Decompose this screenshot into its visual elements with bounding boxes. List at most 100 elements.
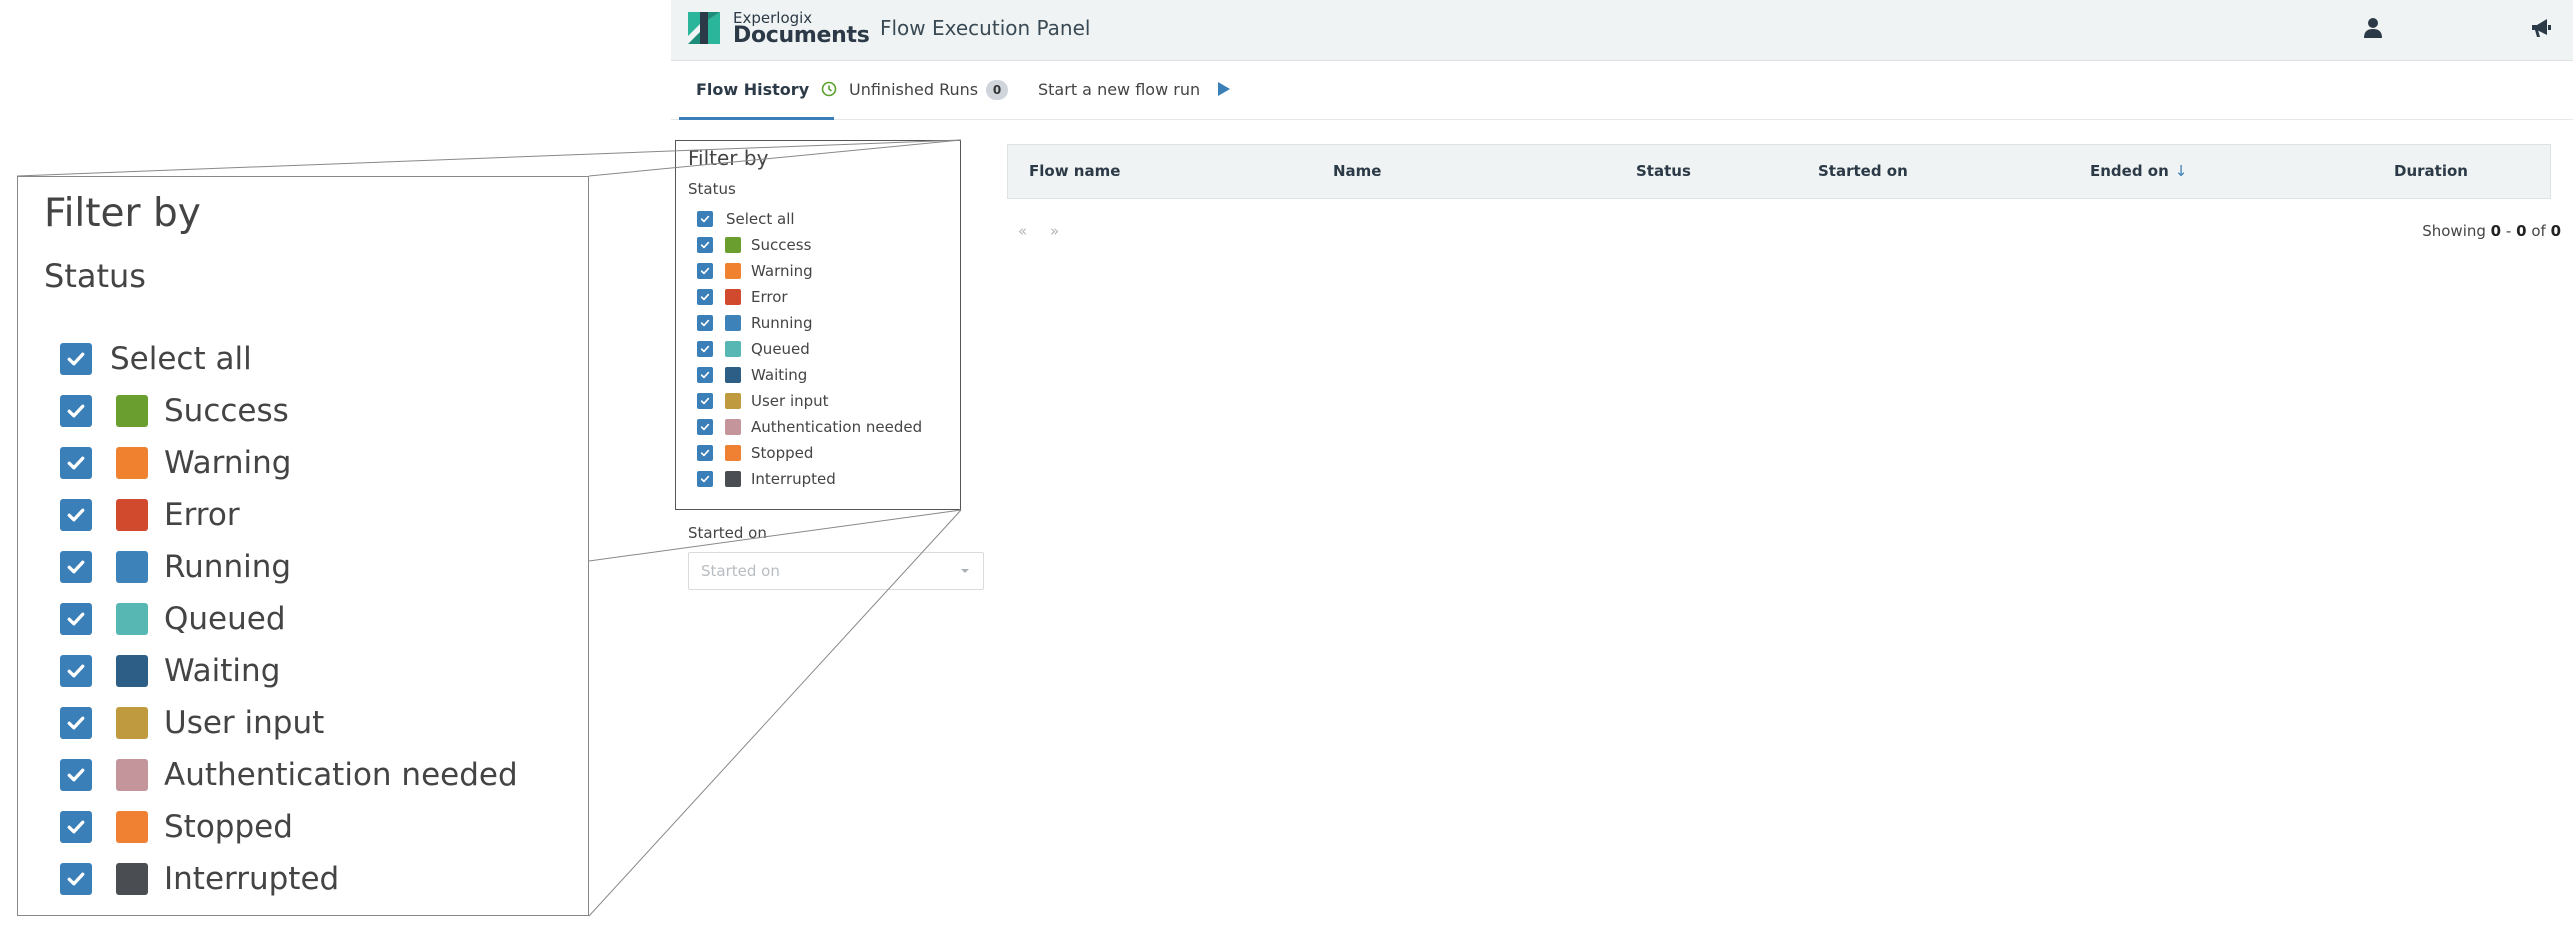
status-color-swatch [116, 499, 148, 531]
checkbox[interactable] [697, 211, 713, 227]
status-color-swatch [725, 289, 741, 305]
pager-next-button[interactable]: » [1050, 222, 1059, 240]
status-filter-stopped[interactable]: Stopped [697, 442, 813, 464]
status-label: Warning [164, 445, 292, 481]
showing-of: of [2531, 222, 2546, 240]
status-label: Waiting [751, 366, 808, 384]
active-tab-indicator [679, 117, 834, 120]
status-label: Stopped [751, 444, 814, 462]
select-all-label: Select all [726, 210, 795, 228]
showing-prefix: Showing [2422, 222, 2486, 240]
status-color-swatch [725, 445, 741, 461]
status-label: Queued [751, 340, 810, 358]
zoom-status-filter-stopped: Stopped [60, 809, 293, 845]
status-filter-running[interactable]: Running [697, 312, 812, 334]
chevron-down-icon [961, 569, 969, 573]
status-label: Success [164, 393, 289, 429]
checkbox[interactable] [697, 445, 713, 461]
zoom-status-filter-queued: Queued [60, 601, 286, 637]
status-filter-queued[interactable]: Queued [697, 338, 810, 360]
checkmark-icon [700, 423, 710, 431]
checkmark-icon [67, 508, 85, 522]
column-started-on[interactable]: Started on [1818, 162, 1908, 180]
status-filter-user-input[interactable]: User input [697, 390, 829, 412]
experlogix-logo-icon [688, 12, 720, 44]
showing-total: 0 [2550, 222, 2561, 240]
checkbox[interactable] [697, 393, 713, 409]
checkbox[interactable] [697, 263, 713, 279]
zoom-filter-title: Filter by [44, 191, 201, 236]
status-color-swatch [725, 315, 741, 331]
showing-to: 0 [2516, 222, 2527, 240]
checkbox [60, 759, 92, 791]
checkbox[interactable] [697, 315, 713, 331]
checkmark-icon [67, 612, 85, 626]
status-label: Error [751, 288, 788, 306]
tab-flow-history[interactable]: Flow History [696, 80, 837, 99]
status-label: User input [164, 705, 325, 741]
status-filter-warning[interactable]: Warning [697, 260, 813, 282]
status-color-swatch [116, 603, 148, 635]
checkbox [60, 603, 92, 635]
checkbox [60, 343, 92, 375]
status-filter-waiting[interactable]: Waiting [697, 364, 807, 386]
column-ended-on[interactable]: Ended on ↓ [2090, 162, 2187, 180]
column-name[interactable]: Name [1333, 162, 1381, 180]
checkmark-icon [700, 345, 710, 353]
checkbox[interactable] [697, 289, 713, 305]
checkmark-icon [67, 820, 85, 834]
checkmark-icon [700, 241, 710, 249]
checkmark-icon [67, 560, 85, 574]
column-duration[interactable]: Duration [2394, 162, 2468, 180]
status-label: Authentication needed [164, 757, 518, 793]
status-label: Interrupted [164, 861, 340, 897]
checkbox[interactable] [697, 419, 713, 435]
status-color-swatch [725, 393, 741, 409]
checkmark-icon [67, 664, 85, 678]
checkmark-icon [67, 872, 85, 886]
status-filter-authentication-needed[interactable]: Authentication needed [697, 416, 922, 438]
status-color-swatch [116, 447, 148, 479]
checkbox[interactable] [697, 341, 713, 357]
checkmark-icon [700, 475, 710, 483]
filter-panel: Filter by Status Select all Success Warnin… [688, 140, 963, 509]
status-filter-interrupted[interactable]: Interrupted [697, 468, 836, 490]
status-color-swatch [116, 863, 148, 895]
zoom-status-filter-waiting: Waiting [60, 653, 280, 689]
status-label: User input [751, 392, 829, 410]
tab-unfinished-runs[interactable]: Unfinished Runs 0 [849, 80, 1009, 100]
pager-first-button[interactable]: « [1018, 222, 1027, 240]
checkmark-icon [67, 404, 85, 418]
status-filter-select-all[interactable]: Select all [697, 208, 795, 230]
checkmark-icon [67, 768, 85, 782]
status-color-swatch [116, 655, 148, 687]
status-color-swatch [116, 811, 148, 843]
status-color-swatch [116, 759, 148, 791]
announcement-icon[interactable] [2529, 16, 2553, 40]
zoom-status-label: Status [44, 257, 146, 295]
select-all-label: Select all [110, 341, 252, 377]
play-icon [1218, 82, 1231, 96]
column-flow-name[interactable]: Flow name [1029, 162, 1120, 180]
zoom-status-filter-error: Error [60, 497, 240, 533]
checkbox[interactable] [697, 471, 713, 487]
zoom-status-filter-warning: Warning [60, 445, 291, 481]
status-label: Interrupted [751, 470, 836, 488]
user-icon[interactable] [2361, 16, 2385, 40]
status-color-swatch [725, 471, 741, 487]
column-status[interactable]: Status [1636, 162, 1691, 180]
filter-title: Filter by [688, 146, 769, 170]
status-filter-error[interactable]: Error [697, 286, 788, 308]
status-filter-success[interactable]: Success [697, 234, 811, 256]
checkbox [60, 551, 92, 583]
pagination-summary: Showing 0 - 0 of 0 [2422, 222, 2561, 240]
started-on-dropdown[interactable]: Started on [688, 552, 984, 590]
tab-start-flow-run[interactable]: Start a new flow run [1038, 80, 1231, 99]
checkbox[interactable] [697, 237, 713, 253]
checkmark-icon [67, 352, 85, 366]
checkbox[interactable] [697, 367, 713, 383]
showing-separator: - [2505, 222, 2512, 240]
status-label: Success [751, 236, 812, 254]
checkmark-icon [700, 215, 710, 223]
checkmark-icon [700, 449, 710, 457]
